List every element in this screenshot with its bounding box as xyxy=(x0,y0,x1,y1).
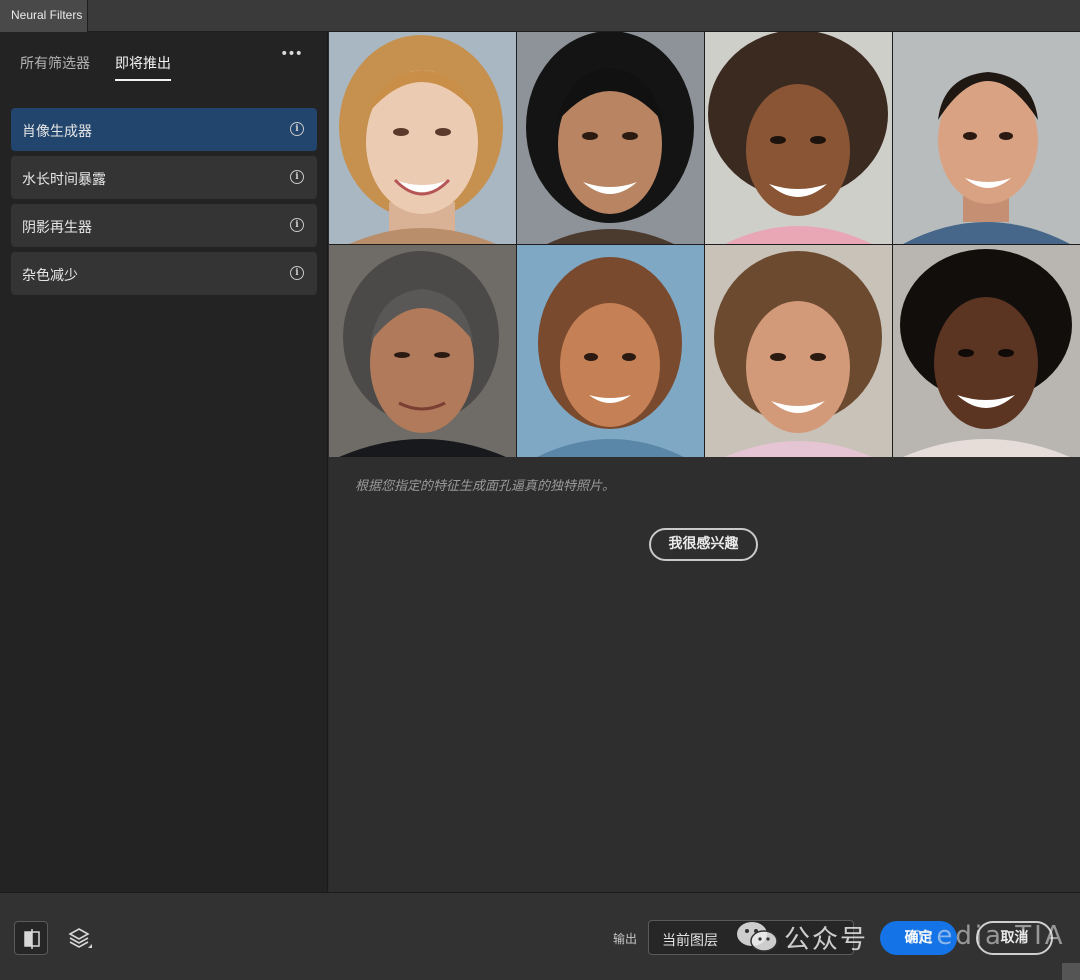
filter-label: 水长时间暴露 xyxy=(22,172,106,188)
filter-item-portrait-generator[interactable]: 肖像生成器 i xyxy=(11,108,317,151)
info-icon[interactable]: i xyxy=(290,218,304,232)
cancel-button[interactable]: 取消 xyxy=(976,921,1053,955)
filters-sidebar: 所有筛选器 即将推出 ••• 肖像生成器 i 水长时间暴露 i 阴影再生器 i … xyxy=(0,32,328,892)
output-select[interactable]: 当前图层 xyxy=(648,920,854,955)
portrait-image xyxy=(329,245,516,457)
info-icon[interactable]: i xyxy=(290,170,304,184)
filter-item-noise-reduction[interactable]: 杂色减少 i xyxy=(11,252,317,295)
window-title-tab[interactable]: Neural Filters xyxy=(0,0,88,32)
portrait-image xyxy=(893,245,1080,457)
portrait-image xyxy=(329,32,516,244)
filter-preview-panel: 根据您指定的特征生成面孔逼真的独特照片。 我很感兴趣 xyxy=(329,32,1080,892)
filter-label: 阴影再生器 xyxy=(22,220,92,236)
portrait-grid xyxy=(329,32,1080,457)
info-icon[interactable]: i xyxy=(290,122,304,136)
filter-label: 肖像生成器 xyxy=(22,124,92,140)
filter-item-shadow-regenerator[interactable]: 阴影再生器 i xyxy=(11,204,317,247)
filter-label: 杂色减少 xyxy=(22,268,78,284)
interested-button[interactable]: 我很感兴趣 xyxy=(649,528,758,561)
portrait-image xyxy=(705,32,892,244)
footer-bar: 输出 当前图层 公众号 确定 取消 media TIA xyxy=(0,892,1080,980)
filter-list: 肖像生成器 i 水长时间暴露 i 阴影再生器 i 杂色减少 i xyxy=(11,108,317,300)
portrait-image xyxy=(705,245,892,457)
split-view-icon[interactable] xyxy=(14,921,48,955)
title-bar: Neural Filters xyxy=(0,0,1080,32)
resize-grip[interactable] xyxy=(1062,963,1080,980)
portrait-image xyxy=(893,32,1080,244)
portrait-image xyxy=(517,32,704,244)
tab-coming-soon[interactable]: 即将推出 xyxy=(115,53,171,81)
ellipsis-icon[interactable]: ••• xyxy=(280,46,303,64)
portrait-image xyxy=(517,245,704,457)
output-label: 输出 xyxy=(613,932,638,946)
filter-item-long-exposure[interactable]: 水长时间暴露 i xyxy=(11,156,317,199)
info-icon[interactable]: i xyxy=(290,266,304,280)
ok-button[interactable]: 确定 xyxy=(880,921,957,955)
tab-all-filters[interactable]: 所有筛选器 xyxy=(20,53,90,79)
layers-icon[interactable] xyxy=(64,923,94,953)
output-value: 当前图层 xyxy=(662,933,718,949)
filter-description: 根据您指定的特征生成面孔逼真的独特照片。 xyxy=(355,479,616,494)
